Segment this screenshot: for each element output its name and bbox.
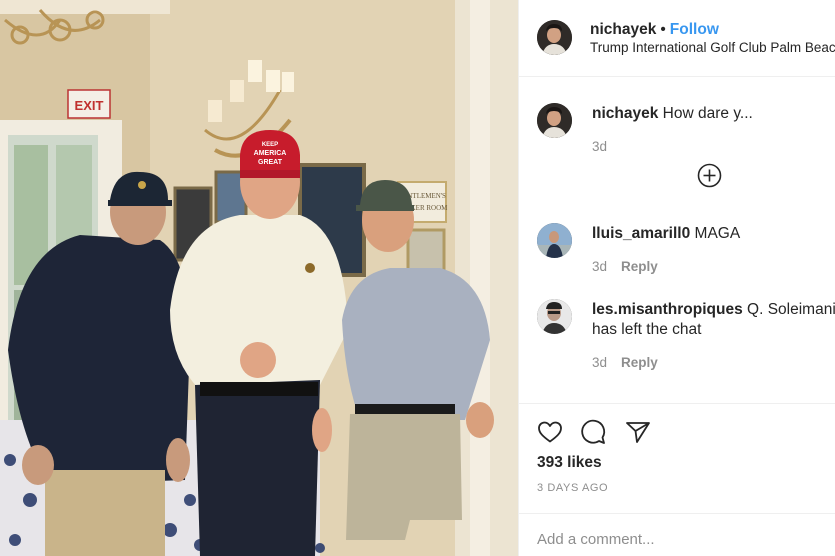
share-icon[interactable] bbox=[624, 418, 652, 446]
comment-body: Q. Soleimani bbox=[747, 301, 835, 318]
plus-circle-icon[interactable] bbox=[697, 163, 722, 188]
comment-item: les.misanthropiques Q. Soleimani has lef… bbox=[519, 291, 835, 391]
post-actions: 393 likes 3 DAYS AGO bbox=[519, 403, 835, 513]
comment-text: lluis_amarill0 MAGA bbox=[592, 224, 740, 244]
comment-age: 3d bbox=[592, 355, 608, 370]
follow-button[interactable]: Follow bbox=[670, 21, 719, 38]
comment-meta: 3d Reply bbox=[592, 259, 658, 274]
reply-button[interactable]: Reply bbox=[621, 355, 658, 370]
post-location[interactable]: Trump International Golf Club Palm Beach bbox=[590, 40, 835, 55]
cap-text-line2: AMERICA bbox=[254, 150, 287, 157]
comment-age: 3d bbox=[592, 259, 608, 274]
likes-count[interactable]: 393 likes bbox=[537, 454, 602, 472]
separator-dot: • bbox=[660, 21, 666, 38]
comment-item: lluis_amarill0 MAGA 3d Reply bbox=[519, 218, 835, 278]
author-username[interactable]: nichayek bbox=[590, 21, 656, 38]
caption-avatar[interactable] bbox=[537, 103, 572, 138]
caption-comment: nichayek How dare y... 3d bbox=[519, 78, 835, 188]
reply-button[interactable]: Reply bbox=[621, 259, 658, 274]
heart-icon[interactable] bbox=[536, 418, 564, 446]
comment-body-line2: has left the chat bbox=[592, 321, 702, 338]
comment-username[interactable]: les.misanthropiques bbox=[592, 301, 743, 318]
cap-text-line3: GREAT bbox=[258, 159, 283, 166]
comment-composer bbox=[519, 513, 835, 556]
add-comment-input[interactable] bbox=[537, 528, 817, 550]
post-header: nichayek • Follow Trump International Golf… bbox=[519, 0, 835, 77]
commenter-avatar[interactable] bbox=[537, 223, 572, 258]
comment-username[interactable]: lluis_amarill0 bbox=[592, 225, 690, 242]
post-date[interactable]: 3 DAYS AGO bbox=[537, 482, 608, 494]
caption-text: nichayek How dare y... bbox=[592, 104, 753, 124]
cap-text-line1: KEEP bbox=[262, 142, 278, 148]
exit-sign-label: EXIT bbox=[75, 98, 104, 113]
comment-body: MAGA bbox=[694, 225, 741, 242]
comment-body: How dare y... bbox=[662, 105, 753, 122]
photo-illustration: EXIT GENTLEMEN'S LOCKER ROOM KEEP AMERIC… bbox=[0, 0, 518, 556]
post-photo[interactable]: EXIT GENTLEMEN'S LOCKER ROOM KEEP AMERIC… bbox=[0, 0, 518, 556]
comment-text-continued: has left the chat bbox=[592, 320, 701, 340]
comment-username[interactable]: nichayek bbox=[592, 105, 658, 122]
commenter-avatar[interactable] bbox=[537, 299, 572, 334]
header-line: nichayek • Follow bbox=[590, 21, 719, 39]
comment-age: 3d bbox=[592, 139, 608, 154]
comments-list[interactable]: nichayek How dare y... 3d lluis_amarill0… bbox=[519, 78, 835, 403]
comment-meta: 3d bbox=[592, 139, 607, 154]
author-avatar[interactable] bbox=[537, 20, 572, 55]
comment-text: les.misanthropiques Q. Soleimani bbox=[592, 300, 835, 320]
comment-icon[interactable] bbox=[579, 418, 607, 446]
post-sidebar: nichayek • Follow Trump International Golf… bbox=[518, 0, 835, 556]
comment-meta: 3d Reply bbox=[592, 355, 658, 370]
